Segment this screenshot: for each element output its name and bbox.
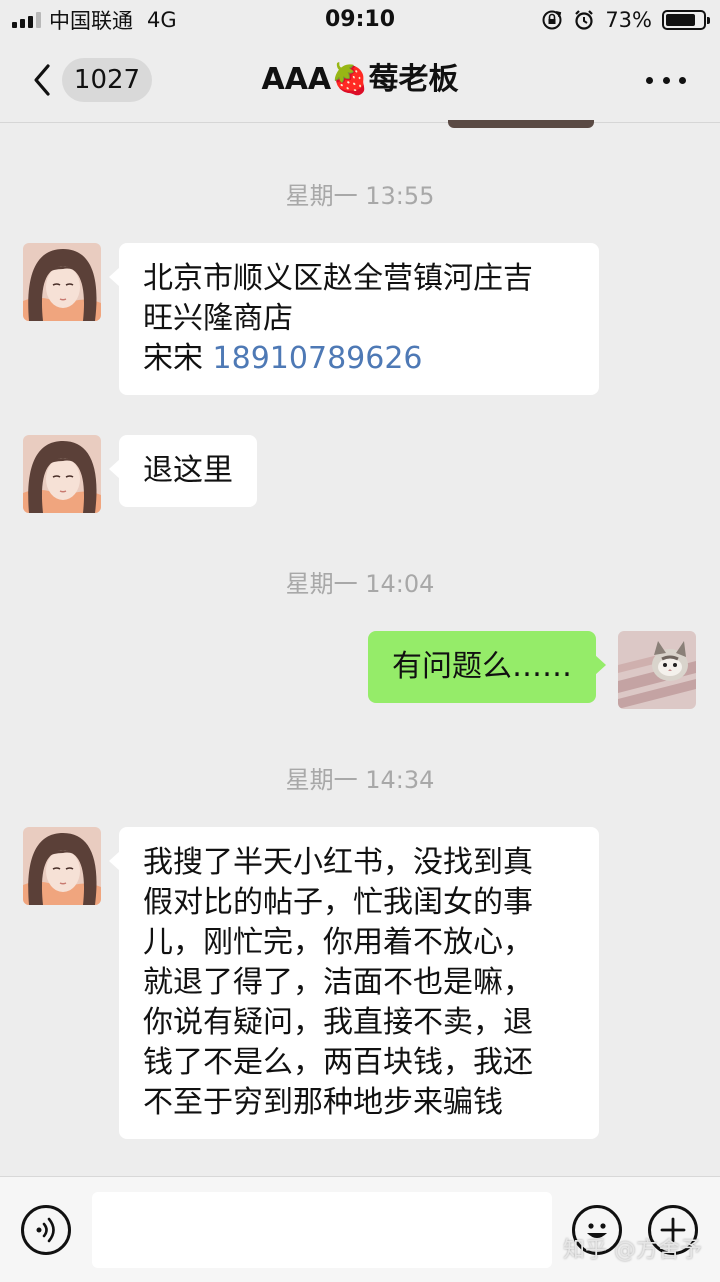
my-avatar[interactable] <box>618 631 696 709</box>
contact-avatar[interactable] <box>23 827 101 905</box>
timestamp: 星期一 14:34 <box>285 766 435 794</box>
more-options-icon[interactable] <box>646 68 686 92</box>
message-line: 儿，刚忙完，你用着不放心， <box>143 925 533 960</box>
input-bar <box>0 1176 720 1282</box>
message-line: 就退了得了，洁面不也是嘛， <box>143 965 533 1000</box>
battery-percent: 73% <box>605 8 652 32</box>
chat-title-prefix: AAA <box>261 62 332 97</box>
status-bar: 中国联通 4G 09:10 73% <box>0 0 720 40</box>
contact-name: 宋宋 <box>143 341 203 376</box>
message-bubble[interactable]: 退这里 <box>109 435 257 507</box>
message-text: 退这里 <box>143 453 233 488</box>
rotation-lock-icon <box>542 10 562 30</box>
message-line: 宋宋 18910789626 <box>143 339 575 379</box>
chat-title-suffix: 莓老板 <box>368 62 459 97</box>
alarm-icon <box>575 10 594 30</box>
sent-message-bubble[interactable]: 有问题么…… <box>368 631 606 703</box>
chat-header: 1027 AAA🍓莓老板 <box>0 40 720 123</box>
previous-message-edge <box>448 120 594 128</box>
message-line: 北京市顺义区赵全营镇河庄吉 <box>143 261 533 296</box>
message-line: 钱了不是么，两百块钱，我还 <box>143 1045 533 1080</box>
message-bubble-address[interactable]: 北京市顺义区赵全营镇河庄吉 旺兴隆商店 宋宋 18910789626 <box>109 243 599 395</box>
message-input[interactable] <box>92 1192 552 1268</box>
timestamp: 星期一 13:55 <box>285 182 435 210</box>
message-line: 假对比的帖子，忙我闺女的事 <box>143 885 533 920</box>
contact-avatar[interactable] <box>23 435 101 513</box>
message-line: 你说有疑问，我直接不卖，退 <box>143 1005 533 1040</box>
message-line: 不至于穷到那种地步来骗钱 <box>143 1085 503 1120</box>
message-text: 有问题么…… <box>392 649 572 684</box>
chat-title: AAA🍓莓老板 <box>0 58 720 102</box>
voice-input-icon[interactable] <box>21 1205 71 1255</box>
watermark: 知乎 @方舍予 <box>563 1238 702 1263</box>
strawberry-emoji: 🍓 <box>331 62 369 97</box>
phone-number-link[interactable]: 18910789626 <box>213 341 423 376</box>
message-line: 我搜了半天小红书，没找到真 <box>143 845 533 880</box>
battery-icon <box>662 10 710 30</box>
contact-avatar[interactable] <box>23 243 101 321</box>
message-line: 旺兴隆商店 <box>143 301 293 336</box>
timestamp: 星期一 14:04 <box>285 570 435 598</box>
message-bubble-long[interactable]: 我搜了半天小红书，没找到真 假对比的帖子，忙我闺女的事 儿，刚忙完，你用着不放心… <box>109 827 599 1139</box>
